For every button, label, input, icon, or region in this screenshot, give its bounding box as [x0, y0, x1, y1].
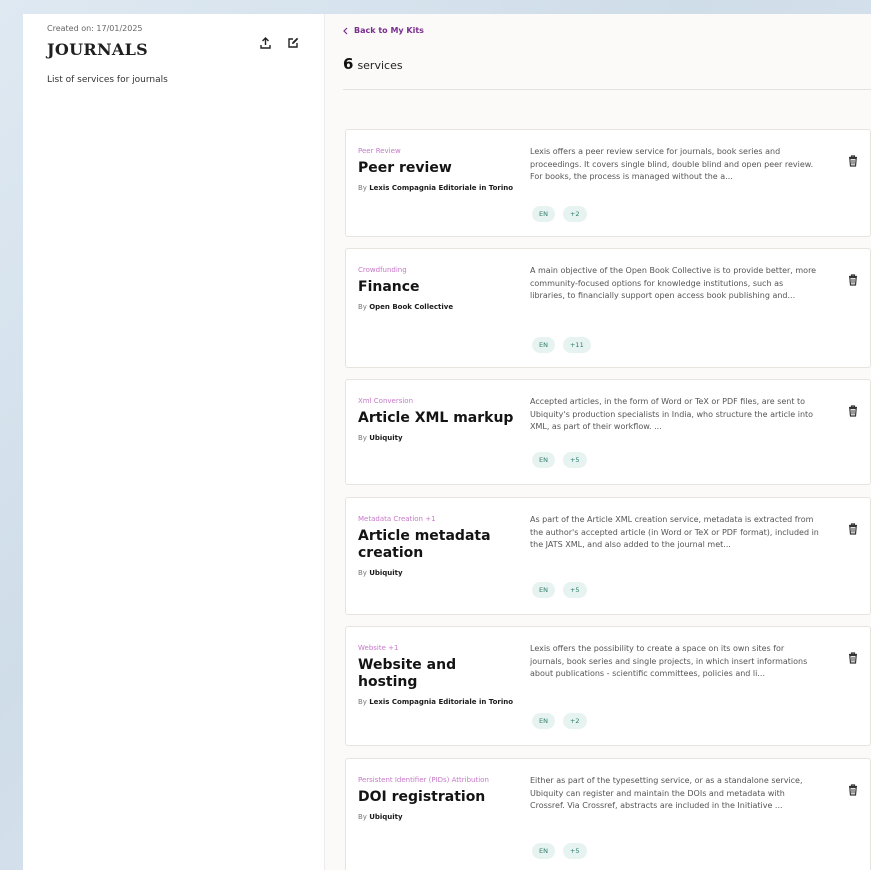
kit-description: List of services for journals	[47, 75, 168, 85]
service-provider: By Ubiquity	[358, 569, 403, 577]
services-panel: Back to My Kits 6 services Peer Review P…	[325, 14, 871, 870]
upload-icon[interactable]	[258, 36, 272, 50]
trash-icon[interactable]	[848, 520, 858, 539]
service-title[interactable]: Peer review	[358, 160, 518, 177]
language-tag: EN	[532, 713, 555, 729]
language-tags: EN +5	[532, 582, 587, 598]
service-description: Accepted articles, in the form of Word o…	[530, 397, 814, 431]
back-link-label: Back to My Kits	[354, 26, 424, 35]
service-provider: By Ubiquity	[358, 813, 403, 821]
service-category: Crowdfunding	[358, 266, 407, 274]
edit-icon[interactable]	[286, 36, 300, 50]
kit-sidebar: Created on: 17/01/2025 JOURNALS List of …	[23, 14, 325, 870]
language-tags: EN +5	[532, 452, 587, 468]
card-info: Metadata Creation +1 Article metadata cr…	[358, 514, 518, 578]
language-tag: EN	[532, 843, 555, 859]
service-description: A main objective of the Open Book Collec…	[530, 266, 817, 300]
chevron-left-icon	[343, 27, 348, 34]
provider-name[interactable]: Lexis Compagnia Editoriale in Torino	[369, 698, 513, 706]
service-provider: By Open Book Collective	[358, 303, 454, 311]
back-to-kits-link[interactable]: Back to My Kits	[343, 26, 871, 35]
language-tags: EN +5	[532, 843, 587, 859]
service-provider: By Lexis Compagnia Editoriale in Torino	[358, 184, 514, 192]
service-category: Metadata Creation +1	[358, 515, 436, 523]
provider-name[interactable]: Ubiquity	[369, 434, 402, 442]
created-date: Created on: 17/01/2025	[47, 24, 143, 33]
service-description: Either as part of the typesetting servic…	[530, 776, 803, 810]
trash-icon[interactable]	[848, 152, 858, 171]
app-window: Created on: 17/01/2025 JOURNALS List of …	[23, 14, 871, 870]
service-card[interactable]: Website +1 Website and hosting By Lexis …	[345, 626, 871, 746]
service-provider: By Lexis Compagnia Editoriale in Torino	[358, 698, 514, 706]
language-tag: EN	[532, 582, 555, 598]
service-description: Lexis offers a peer review service for j…	[530, 147, 814, 181]
more-languages-tag[interactable]: +5	[562, 452, 587, 468]
provider-name[interactable]: Ubiquity	[369, 813, 402, 821]
card-info: Xml Conversion Article XML markup By Ubi…	[358, 396, 518, 443]
more-languages-tag[interactable]: +2	[562, 206, 587, 222]
language-tags: EN +2	[532, 713, 587, 729]
service-card[interactable]: Xml Conversion Article XML markup By Ubi…	[345, 379, 871, 485]
trash-icon[interactable]	[848, 402, 858, 421]
service-description: As part of the Article XML creation serv…	[530, 515, 819, 549]
trash-icon[interactable]	[848, 781, 858, 800]
service-card[interactable]: Metadata Creation +1 Article metadata cr…	[345, 497, 871, 615]
trash-icon[interactable]	[848, 649, 858, 668]
service-category: Peer Review	[358, 147, 401, 155]
card-info: Peer Review Peer review By Lexis Compagn…	[358, 146, 518, 193]
service-card[interactable]: Persistent Identifier (PIDs) Attribution…	[345, 758, 871, 870]
service-provider: By Ubiquity	[358, 434, 403, 442]
services-count-number: 6	[343, 55, 354, 73]
service-description: Lexis offers the possibility to create a…	[530, 644, 808, 678]
language-tag: EN	[532, 206, 555, 222]
services-count: 6 services	[343, 55, 871, 73]
more-languages-tag[interactable]: +5	[562, 843, 587, 859]
card-info: Website +1 Website and hosting By Lexis …	[358, 643, 518, 707]
service-title[interactable]: Article metadata creation	[358, 528, 518, 562]
trash-icon[interactable]	[848, 271, 858, 290]
service-category: Xml Conversion	[358, 397, 414, 405]
service-title[interactable]: Finance	[358, 279, 518, 296]
language-tag: EN	[532, 337, 555, 353]
language-tags: EN +2	[532, 206, 587, 222]
service-category: Persistent Identifier (PIDs) Attribution	[358, 776, 489, 784]
card-info: Persistent Identifier (PIDs) Attribution…	[358, 775, 518, 822]
more-languages-tag[interactable]: +2	[562, 713, 587, 729]
service-title[interactable]: Website and hosting	[358, 657, 518, 691]
card-info: Crowdfunding Finance By Open Book Collec…	[358, 265, 518, 312]
more-languages-tag[interactable]: +11	[562, 337, 591, 353]
provider-name[interactable]: Ubiquity	[369, 569, 402, 577]
language-tag: EN	[532, 452, 555, 468]
service-title[interactable]: Article XML markup	[358, 410, 518, 427]
header-divider	[343, 89, 871, 90]
language-tags: EN +11	[532, 337, 591, 353]
kit-actions	[258, 36, 300, 50]
service-card[interactable]: Peer Review Peer review By Lexis Compagn…	[345, 129, 871, 237]
service-title[interactable]: DOI registration	[358, 789, 518, 806]
service-category: Website +1	[358, 644, 399, 652]
service-card[interactable]: Crowdfunding Finance By Open Book Collec…	[345, 248, 871, 368]
provider-name[interactable]: Open Book Collective	[369, 303, 453, 311]
more-languages-tag[interactable]: +5	[562, 582, 587, 598]
provider-name[interactable]: Lexis Compagnia Editoriale in Torino	[369, 184, 513, 192]
services-count-label: services	[357, 59, 403, 72]
